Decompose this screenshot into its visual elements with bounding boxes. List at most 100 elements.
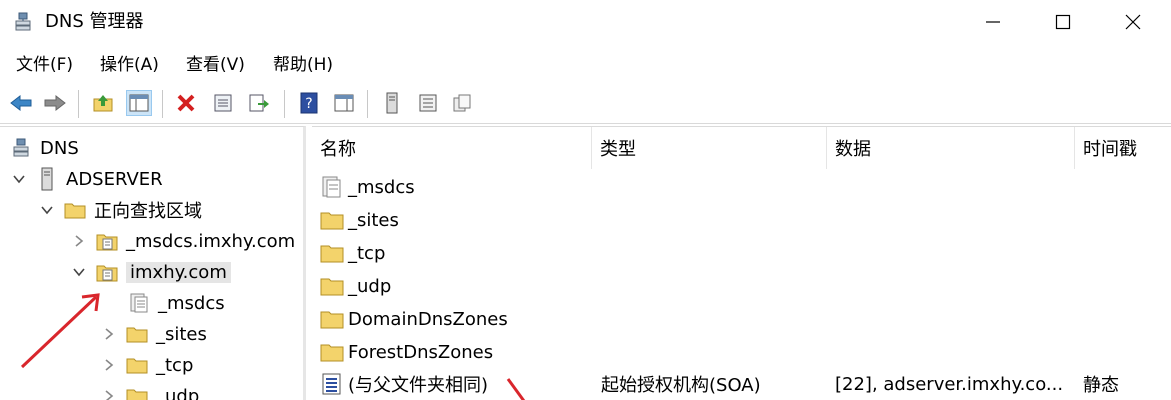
list-item-timestamp: 静态 — [1083, 375, 1119, 396]
list-item-name: _msdcs — [348, 176, 415, 198]
tree-label: _tcp — [156, 354, 194, 376]
list-item-name: _tcp — [348, 242, 386, 264]
menu-help[interactable]: 帮助(H) — [273, 53, 333, 77]
menu-file[interactable]: 文件(F) — [16, 53, 73, 77]
chevron-right-icon[interactable] — [102, 358, 116, 372]
tree-item-sub-udp[interactable]: _udp — [102, 381, 199, 400]
record-icon — [320, 372, 344, 396]
chevron-down-icon[interactable] — [12, 172, 26, 186]
delegated-zone-icon — [320, 175, 344, 199]
list-item-name: (与父文件夹相同) — [348, 375, 489, 396]
column-header-name[interactable]: 名称 — [312, 127, 592, 169]
results-list: 名称 类型 数据 时间戳 _msdcs _sites _tcp _udp Dom… — [312, 126, 1171, 400]
show-hide-action-pane-button[interactable] — [331, 90, 357, 116]
show-hide-console-tree-button[interactable] — [126, 90, 152, 116]
back-button[interactable] — [8, 90, 34, 116]
column-header-data[interactable]: 数据 — [827, 127, 1075, 169]
toolbar-separator — [284, 90, 285, 118]
chevron-right-icon[interactable] — [102, 389, 116, 400]
help-icon: ? — [300, 92, 318, 114]
chevron-down-icon[interactable] — [40, 203, 54, 217]
svg-text:?: ? — [305, 96, 312, 112]
tree-label: _msdcs.imxhy.com — [126, 230, 296, 252]
list-item-data: [22], adserver.imxhy.co... — [835, 373, 1064, 395]
server-icon — [386, 92, 398, 114]
delete-button[interactable] — [173, 90, 199, 116]
tree-label: DNS — [40, 137, 79, 159]
list-view-button[interactable] — [415, 90, 441, 116]
menu-view[interactable]: 查看(V) — [186, 53, 245, 77]
folder-icon — [320, 274, 344, 298]
up-folder-icon — [93, 95, 113, 112]
tree-item-sub-sites[interactable]: _sites — [102, 319, 207, 349]
folder-icon — [320, 340, 344, 364]
copy-icon — [453, 94, 471, 112]
window-title: DNS 管理器 — [45, 11, 144, 32]
properties-icon — [214, 94, 232, 112]
list-item[interactable]: _sites — [312, 204, 1171, 236]
list-header: 名称 类型 数据 时间戳 — [312, 127, 1171, 169]
tree-label: ADSERVER — [66, 168, 163, 190]
minimize-button[interactable] — [958, 0, 1028, 44]
forward-arrow-icon — [44, 94, 66, 112]
toolbar-separator — [162, 90, 163, 118]
tree-item-adserver[interactable]: ADSERVER — [12, 164, 163, 194]
list-item-name: ForestDnsZones — [348, 341, 494, 363]
help-button[interactable]: ? — [296, 90, 322, 116]
column-header-type[interactable]: 类型 — [592, 127, 827, 169]
tree-label: _udp — [156, 385, 200, 400]
list-item[interactable]: _udp — [312, 270, 1171, 302]
tree-label: 正向查找区域 — [94, 201, 202, 222]
delete-icon — [177, 94, 195, 112]
folder-icon — [320, 208, 344, 232]
chevron-down-icon[interactable] — [72, 265, 86, 279]
up-one-level-button[interactable] — [90, 90, 116, 116]
properties-button[interactable] — [210, 90, 236, 116]
chevron-right-icon[interactable] — [102, 327, 116, 341]
list-item[interactable]: _tcp — [312, 237, 1171, 269]
tree-label: _sites — [156, 323, 207, 345]
copy-button[interactable] — [449, 90, 475, 116]
action-pane-icon — [334, 94, 354, 112]
list-item-name: _udp — [348, 275, 392, 297]
server-icon — [36, 167, 58, 191]
export-list-button[interactable] — [246, 90, 272, 116]
export-list-icon — [249, 94, 269, 112]
maximize-button[interactable] — [1028, 0, 1098, 44]
chevron-right-icon[interactable] — [72, 234, 86, 248]
tree-item-sub-tcp[interactable]: _tcp — [102, 350, 193, 380]
tree-item-sub-msdcs[interactable]: _msdcs — [128, 288, 225, 318]
close-icon — [1125, 14, 1141, 30]
folder-icon — [126, 385, 148, 400]
menu-action[interactable]: 操作(A) — [100, 53, 159, 77]
tree-item-forward-lookup-zones[interactable]: 正向查找区域 — [40, 195, 202, 225]
tree-item-zone-msdcs[interactable]: _msdcs.imxhy.com — [72, 226, 295, 256]
tree-label: imxhy.com — [126, 261, 231, 283]
list-item[interactable]: DomainDnsZones — [312, 303, 1171, 335]
list-item[interactable]: ForestDnsZones — [312, 336, 1171, 368]
tree-item-zone-imxhy[interactable]: imxhy.com — [72, 257, 231, 287]
delegated-zone-icon — [128, 292, 150, 314]
folder-icon — [64, 199, 86, 221]
list-item-name: _sites — [348, 209, 399, 231]
list-view-icon — [419, 94, 437, 112]
list-item[interactable]: (与父文件夹相同) 起始授权机构(SOA) [22], adserver.imx… — [312, 368, 1171, 400]
folder-icon — [126, 354, 148, 376]
tree-item-dns[interactable]: DNS — [10, 133, 79, 163]
list-item-type: 起始授权机构(SOA) — [601, 375, 761, 396]
toolbar-separator — [78, 90, 79, 118]
folder-icon — [320, 307, 344, 331]
list-item[interactable]: _msdcs — [312, 171, 1171, 203]
toolbar: ? — [0, 84, 1171, 124]
menu-bar: 文件(F) 操作(A) 查看(V) 帮助(H) — [0, 48, 1171, 82]
maximize-icon — [1055, 14, 1071, 30]
close-button[interactable] — [1098, 0, 1168, 44]
dns-server-icon — [14, 12, 32, 32]
dns-root-icon — [10, 137, 32, 159]
zone-icon — [96, 230, 118, 252]
server-button[interactable] — [379, 90, 405, 116]
list-item-name: DomainDnsZones — [348, 308, 508, 330]
console-tree: DNS ADSERVER 正向查找区域 _msdcs.imxhy.com imx… — [0, 126, 306, 400]
column-header-timestamp[interactable]: 时间戳 — [1075, 127, 1171, 169]
forward-button[interactable] — [42, 90, 68, 116]
